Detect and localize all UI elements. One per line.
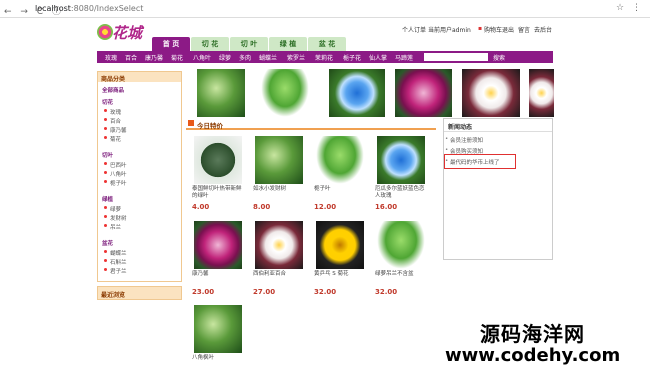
recent-viewed-title: 最近浏览 (101, 292, 126, 299)
product-image[interactable] (194, 305, 242, 353)
special-icon (188, 120, 194, 126)
cart-icon[interactable]: ▪ (478, 25, 482, 32)
link-logout[interactable]: 退出 (502, 25, 514, 34)
product-price: 12.00 (314, 203, 337, 211)
browser-menu-icon[interactable]: ⋮ (632, 3, 641, 13)
url-path: :8080/IndexSelect (70, 4, 144, 13)
sidebar-item[interactable]: 绿萝 (103, 205, 121, 213)
news-panel: 新闻动态 会员注册须知 会员购买须知 最代码的华币上线了 (443, 118, 553, 260)
link-message[interactable]: 留言 (518, 25, 530, 34)
category-sidebar: 商品分类 全部商品 切花 玫瑰 百合 康乃馨 菊花 切叶 巴西叶 八角叶 栀子叶… (97, 71, 182, 282)
tab-cut-leaf[interactable]: 切 叶 (230, 37, 268, 51)
nav-item[interactable]: 栀子花 (343, 53, 361, 62)
sidebar-item[interactable]: 巴西叶 (104, 161, 127, 169)
sidebar-section[interactable]: 切花 (102, 98, 113, 106)
nav-item[interactable]: 百合 (125, 53, 137, 62)
nav-item[interactable]: 菊花 (171, 53, 183, 62)
tab-cut-flower[interactable]: 切 花 (191, 37, 229, 51)
watermark-url: www.codehy.com (445, 345, 621, 366)
special-title: 今日特价 (197, 122, 223, 130)
product-price: 27.00 (253, 288, 276, 296)
sidebar-item[interactable]: 石斛兰 (104, 258, 127, 266)
product-price: 4.00 (192, 203, 210, 211)
sidebar-item[interactable]: 发财树 (104, 214, 127, 222)
search-input[interactable] (424, 53, 488, 61)
sidebar-item[interactable]: 栀子叶 (104, 179, 127, 187)
product-image[interactable] (316, 136, 364, 184)
link-cart[interactable]: 购物车 (484, 25, 502, 34)
product-name[interactable]: 西伯利亚百合 (253, 271, 305, 278)
product-image[interactable] (316, 221, 364, 269)
nav-item[interactable]: 绿萝 (219, 53, 231, 62)
carousel-image[interactable] (395, 69, 452, 117)
nav-item[interactable]: 康乃馨 (145, 53, 163, 62)
sidebar-all[interactable]: 全部商品 (102, 86, 124, 94)
nav-item[interactable]: 紫罗兰 (287, 53, 305, 62)
sidebar-item[interactable]: 百合 (103, 117, 121, 125)
product-name[interactable]: 如水小发财树 (253, 186, 305, 193)
tab-home[interactable]: 首 页 (152, 37, 190, 51)
nav-item[interactable]: 马蹄莲 (395, 53, 413, 62)
current-user: 当前用户admin (428, 27, 471, 34)
nav-item[interactable]: 蝴蝶兰 (259, 53, 277, 62)
browser-toolbar: ← → C ⓘ localhost:8080/IndexSelect ☆ ⋮ (0, 0, 650, 18)
category-navbar: 玫瑰 百合 康乃馨 菊花 八角叶 绿萝 多肉 蝴蝶兰 紫罗兰 茉莉花 栀子花 仙… (97, 51, 553, 63)
product-price: 16.00 (375, 203, 398, 211)
sidebar-section[interactable]: 盆花 (102, 239, 113, 247)
sidebar-item[interactable]: 玫瑰 (103, 108, 121, 116)
sidebar-section[interactable]: 绿植 (102, 195, 113, 203)
carousel-image[interactable] (529, 69, 554, 117)
tab-potted-flower[interactable]: 盆 花 (308, 37, 346, 51)
product-image[interactable] (194, 221, 242, 269)
news-divider (444, 131, 552, 132)
carousel-image[interactable] (329, 69, 385, 117)
special-header: 今日特价 (186, 118, 436, 130)
nav-item[interactable]: 多肉 (239, 53, 251, 62)
news-title: 新闻动态 (448, 124, 473, 131)
carousel-image[interactable] (261, 69, 309, 117)
carousel-image[interactable] (197, 69, 245, 117)
tab-green-plant[interactable]: 绿 植 (269, 37, 307, 51)
url-host: localhost (35, 4, 71, 13)
product-name[interactable]: 泰国鲜切叶热带新鲜的绿叶 (192, 186, 244, 200)
address-bar[interactable]: localhost:8080/IndexSelect (35, 4, 143, 13)
recent-viewed-box: 最近浏览 (97, 286, 182, 300)
nav-item[interactable]: 八角叶 (193, 53, 211, 62)
product-price: 23.00 (192, 288, 215, 296)
news-item[interactable]: 会员注册须知 (445, 136, 483, 144)
sidebar-item[interactable]: 八角叶 (104, 170, 127, 178)
product-name[interactable]: 绿萝吊兰不含盆 (375, 271, 427, 278)
product-name[interactable]: 厄瓜多尔蓝妖蓝色恋人玫瑰 (375, 186, 427, 200)
bookmark-star-icon[interactable]: ☆ (616, 3, 624, 13)
sidebar-item[interactable]: 康乃馨 (104, 126, 127, 134)
product-name[interactable]: 栀子叶 (314, 186, 366, 193)
nav-item[interactable]: 茉莉花 (315, 53, 333, 62)
product-name[interactable]: 八角枫叶 (192, 355, 244, 362)
product-image[interactable] (255, 221, 303, 269)
sidebar-item[interactable]: 君子兰 (104, 267, 127, 275)
product-name[interactable]: 黄乒乓 S 菊花 (314, 271, 366, 278)
carousel-image[interactable] (462, 69, 520, 117)
product-price: 32.00 (314, 288, 337, 296)
sidebar-item[interactable]: 蝴蝶兰 (104, 249, 127, 257)
search-button[interactable]: 搜索 (493, 53, 505, 62)
highlight-box (444, 154, 516, 169)
product-price: 32.00 (375, 288, 398, 296)
link-admin[interactable]: 去后台 (534, 25, 552, 34)
nav-item[interactable]: 仙人掌 (369, 53, 387, 62)
product-image[interactable] (377, 136, 425, 184)
watermark-title: 源码海洋网 (480, 322, 585, 346)
product-image[interactable] (255, 136, 303, 184)
product-image[interactable] (194, 136, 242, 184)
sidebar-section[interactable]: 切叶 (102, 151, 113, 159)
link-orders[interactable]: 个人订单 (402, 25, 426, 34)
product-image[interactable] (377, 221, 425, 269)
sidebar-title: 商品分类 (98, 72, 181, 83)
main-tabs: 首 页 切 花 切 叶 绿 植 盆 花 (0, 37, 650, 51)
sidebar-item[interactable]: 菊花 (103, 135, 121, 143)
nav-item[interactable]: 玫瑰 (105, 53, 117, 62)
product-name[interactable]: 康乃馨 (192, 271, 244, 278)
product-price: 8.00 (253, 203, 271, 211)
sidebar-item[interactable]: 吊兰 (103, 223, 121, 231)
